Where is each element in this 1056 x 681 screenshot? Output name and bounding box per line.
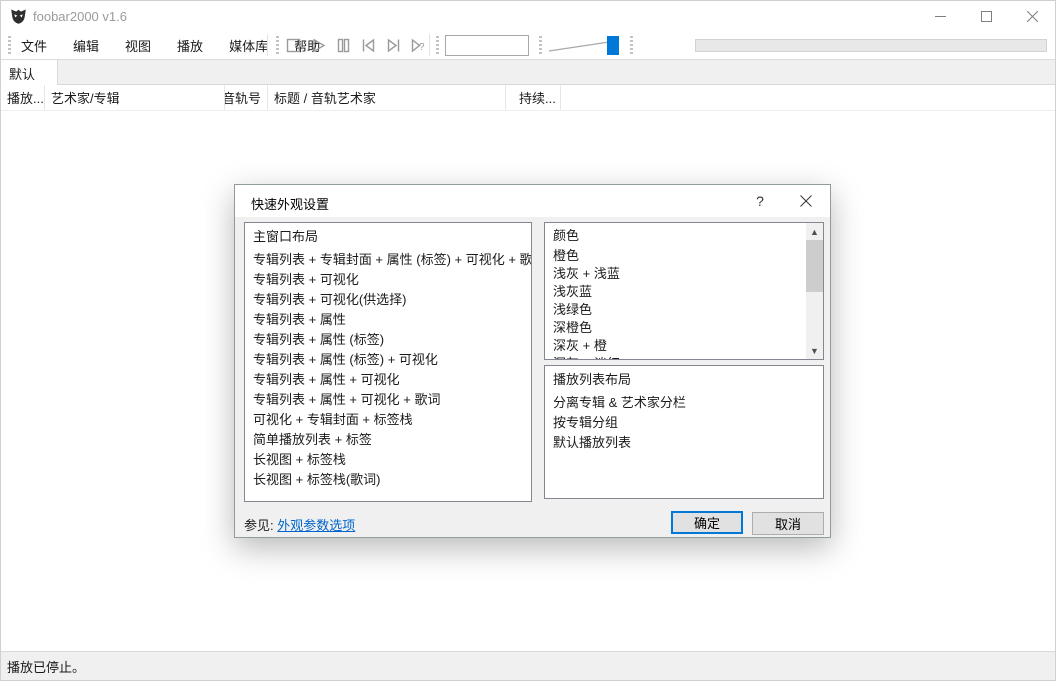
search-drag-grip[interactable]	[436, 36, 439, 54]
menu-view[interactable]: 视图	[121, 33, 155, 58]
previous-button[interactable]	[359, 36, 377, 54]
colors-listbox[interactable]: 颜色 橙色浅灰 + 浅蓝浅灰蓝浅绿色深橙色深灰 + 橙深灰 + 淡红 ▲ ▼	[544, 222, 824, 360]
color-option[interactable]: 深灰 + 淡红	[553, 355, 806, 359]
playlist-layout-option[interactable]: 按专辑分组	[553, 413, 823, 433]
transport-controls: ?	[284, 31, 427, 59]
layout-option[interactable]: 简单播放列表 + 标签	[253, 430, 531, 450]
layout-option[interactable]: 长视图 + 标签栈	[253, 450, 531, 470]
next-button[interactable]	[384, 36, 402, 54]
cancel-button[interactable]: 取消	[752, 512, 824, 535]
column-playing[interactable]: 播放...	[1, 85, 45, 110]
foobar2000-logo-icon	[11, 9, 26, 24]
color-option[interactable]: 橙色	[553, 247, 806, 265]
colors-list-header: 颜色	[553, 228, 580, 243]
dialog-titlebar: 快速外观设置 ?	[235, 185, 830, 217]
volume-slider[interactable]	[547, 34, 621, 56]
main-layout-options: 专辑列表 + 专辑封面 + 属性 (标签) + 可视化 + 歌词 专辑列表 + 可…	[253, 250, 531, 490]
main-layout-listbox[interactable]: 主窗口布局 专辑列表 + 专辑封面 + 属性 (标签) + 可视化 + 歌词 专辑…	[244, 222, 532, 502]
color-option[interactable]: 深灰 + 橙	[553, 337, 806, 355]
tab-default[interactable]: 默认	[1, 60, 58, 86]
layout-option[interactable]: 长视图 + 标签栈(歌词)	[253, 470, 531, 490]
dialog-help-button[interactable]: ?	[740, 185, 780, 217]
random-button[interactable]: ?	[409, 36, 427, 54]
titlebar: foobar2000 v1.6	[1, 1, 1055, 31]
column-track-number[interactable]: 音轨号	[225, 85, 268, 110]
layout-option[interactable]: 可视化 + 专辑封面 + 标签栈	[253, 410, 531, 430]
ok-button[interactable]: 确定	[671, 511, 743, 534]
column-title-track-artist[interactable]: 标题 / 音轨艺术家	[268, 85, 506, 110]
app-window: foobar2000 v1.6 文件 编辑 视图 播放 媒体库 帮助 ? 默认 …	[0, 0, 1056, 681]
color-option[interactable]: 深橙色	[553, 319, 806, 337]
seekbar-drag-grip[interactable]	[630, 36, 633, 54]
stop-button[interactable]	[284, 36, 302, 54]
svg-text:?: ?	[419, 42, 425, 53]
maximize-button[interactable]	[963, 1, 1009, 31]
menu-playback[interactable]: 播放	[173, 33, 207, 58]
dialog-title: 快速外观设置	[251, 197, 330, 212]
play-button[interactable]	[309, 36, 327, 54]
toolbar: 文件 编辑 视图 播放 媒体库 帮助 ?	[1, 31, 1055, 59]
pause-button[interactable]	[334, 36, 352, 54]
window-title: foobar2000 v1.6	[33, 9, 127, 24]
layout-option[interactable]: 专辑列表 + 可视化	[253, 270, 531, 290]
layout-option[interactable]: 专辑列表 + 专辑封面 + 属性 (标签) + 可视化 + 歌词	[253, 250, 531, 270]
toolbar-separator	[267, 34, 268, 56]
appearance-preferences-link[interactable]: 外观参数选项	[277, 518, 355, 533]
scroll-down-icon[interactable]: ▼	[806, 342, 823, 359]
playlist-tabstrip: 默认	[1, 59, 1055, 86]
column-header-filler	[561, 85, 1055, 110]
layout-option[interactable]: 专辑列表 + 属性 + 可视化	[253, 370, 531, 390]
playlist-layout-option[interactable]: 分离专辑 & 艺术家分栏	[553, 393, 823, 413]
column-artist-album[interactable]: 艺术家/专辑	[45, 85, 225, 110]
color-options: 橙色浅灰 + 浅蓝浅灰蓝浅绿色深橙色深灰 + 橙深灰 + 淡红	[553, 247, 806, 359]
playlist-layout-list-header: 播放列表布局	[553, 372, 632, 387]
status-text: 播放已停止。	[7, 659, 86, 675]
color-option[interactable]: 浅灰 + 浅蓝	[553, 265, 806, 283]
scrollbar-thumb[interactable]	[806, 240, 823, 292]
main-layout-list-header: 主窗口布局	[253, 229, 319, 244]
layout-option[interactable]: 专辑列表 + 属性	[253, 310, 531, 330]
playlist-layout-listbox[interactable]: 播放列表布局 分离专辑 & 艺术家分栏 按专辑分组 默认播放列表	[544, 365, 824, 499]
layout-option[interactable]: 专辑列表 + 属性 (标签) + 可视化	[253, 350, 531, 370]
see-also: 参见: 外观参数选项	[244, 515, 355, 534]
close-button[interactable]	[1009, 1, 1055, 31]
color-option[interactable]: 浅灰蓝	[553, 283, 806, 301]
menu-edit[interactable]: 编辑	[69, 33, 103, 58]
layout-option[interactable]: 专辑列表 + 属性 (标签)	[253, 330, 531, 350]
playlist-column-header: 播放... 艺术家/专辑 音轨号 标题 / 音轨艺术家 持续...	[1, 85, 1055, 111]
column-duration[interactable]: 持续...	[506, 85, 561, 110]
quick-appearance-dialog: 快速外观设置 ? 主窗口布局 专辑列表 + 专辑封面 + 属性 (标签) + 可…	[234, 184, 831, 538]
see-also-label: 参见:	[244, 518, 274, 533]
menubar-drag-grip[interactable]	[8, 36, 11, 54]
playlist-layout-option[interactable]: 默认播放列表	[553, 433, 823, 453]
volume-drag-grip[interactable]	[539, 36, 542, 54]
tab-label: 默认	[9, 66, 36, 82]
minimize-button[interactable]	[917, 1, 963, 31]
playlist-layout-options: 分离专辑 & 艺术家分栏 按专辑分组 默认播放列表	[553, 393, 823, 453]
layout-option[interactable]: 专辑列表 + 可视化(供选择)	[253, 290, 531, 310]
statusbar: 播放已停止。	[1, 651, 1055, 680]
toolbar-separator	[429, 34, 430, 56]
layout-option[interactable]: 专辑列表 + 属性 + 可视化 + 歌词	[253, 390, 531, 410]
seekbar[interactable]	[695, 39, 1047, 52]
volume-thumb	[607, 36, 619, 55]
color-option[interactable]: 浅绿色	[553, 301, 806, 319]
menu-library[interactable]: 媒体库	[225, 33, 272, 58]
dialog-close-button[interactable]	[786, 185, 826, 217]
menu-file[interactable]: 文件	[17, 33, 51, 58]
transport-drag-grip[interactable]	[276, 36, 279, 54]
colors-scrollbar[interactable]: ▲ ▼	[806, 223, 823, 359]
window-controls	[917, 1, 1055, 31]
scroll-up-icon[interactable]: ▲	[806, 223, 823, 240]
search-input[interactable]	[445, 35, 529, 56]
